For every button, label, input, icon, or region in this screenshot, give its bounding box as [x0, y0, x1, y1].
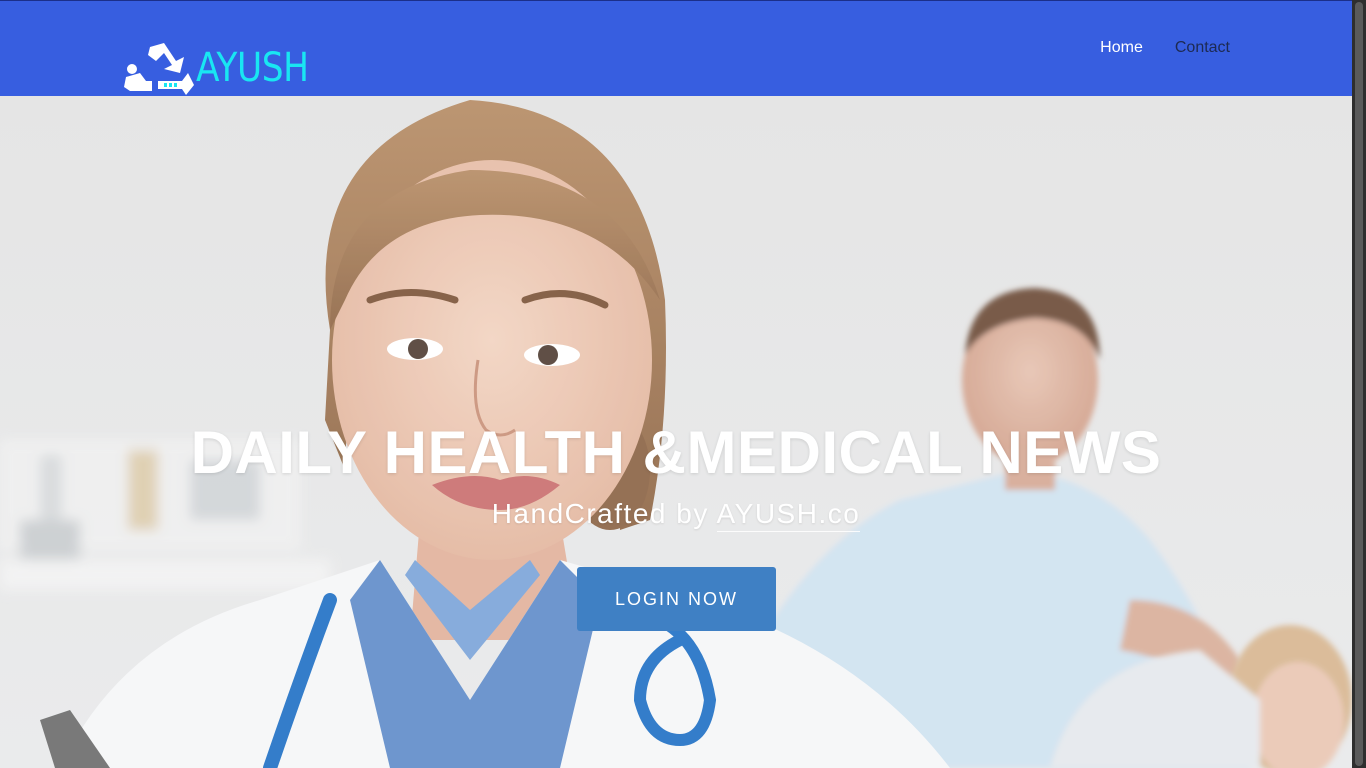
hero-section: DAILY HEALTH &MEDICAL NEWS HandCrafted b…: [0, 96, 1352, 768]
hero-title: DAILY HEALTH &MEDICAL NEWS: [190, 419, 1162, 486]
logo[interactable]: AYUSH: [122, 39, 327, 97]
logo-text: AYUSH: [196, 45, 309, 91]
nav-contact-link[interactable]: Contact: [1175, 39, 1230, 57]
page: AYUSH Home Contact DAILY HEALTH &MEDICAL…: [0, 0, 1352, 768]
recycle-logo-icon: [124, 43, 194, 95]
scrollbar-thumb[interactable]: [1355, 2, 1363, 766]
hero-subtitle: HandCrafted by AYUSH.co: [0, 498, 1352, 532]
nav-home-link[interactable]: Home: [1100, 39, 1143, 57]
navbar: AYUSH Home Contact: [0, 0, 1352, 96]
hero-subtitle-prefix: HandCrafted by: [491, 498, 717, 529]
brand-link[interactable]: AYUSH.co: [716, 498, 861, 532]
login-now-button[interactable]: LOGIN NOW: [577, 567, 776, 631]
page-scrollbar[interactable]: [1352, 0, 1366, 768]
main-nav: Home Contact: [1100, 39, 1230, 57]
